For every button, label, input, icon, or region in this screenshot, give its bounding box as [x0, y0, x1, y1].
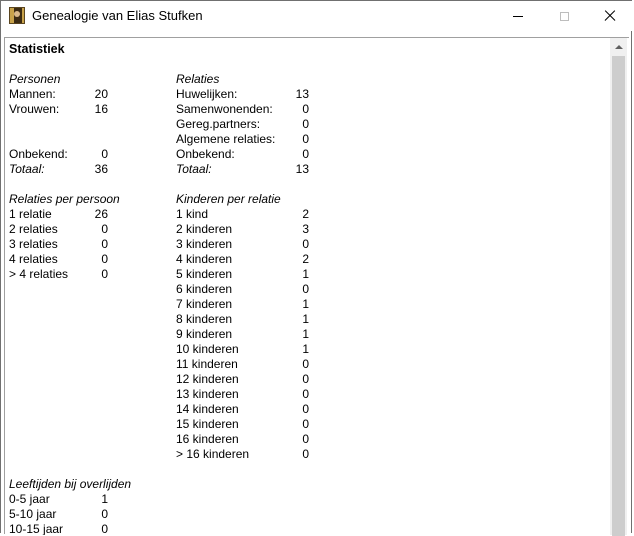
stat-total-label: Totaal:	[176, 162, 212, 176]
minimize-button[interactable]	[495, 1, 541, 31]
stat-value: 3	[302, 222, 309, 236]
stat-label: 2 relaties	[9, 222, 58, 236]
stat-value: 0	[101, 507, 108, 521]
stat-label: Onbekend:	[176, 147, 235, 161]
stat-value: 13	[295, 87, 309, 101]
stat-value: 1	[302, 267, 309, 281]
close-icon	[604, 10, 616, 22]
stat-value: 16	[94, 102, 108, 116]
stat-total-value: 36	[94, 162, 108, 176]
stat-value: 0	[101, 147, 108, 161]
stat-label: 6 kinderen	[176, 282, 233, 296]
stat-value: 0	[101, 237, 108, 251]
stat-label: 1 relatie	[9, 207, 52, 221]
stat-value: 0	[302, 372, 309, 386]
scrollbar-thumb[interactable]	[612, 56, 625, 536]
stat-value: 0	[302, 102, 309, 116]
stat-value: 2	[302, 207, 309, 221]
section-title-kinderen-per-relatie: Kinderen per relatie	[176, 192, 281, 206]
stat-label: 3 relaties	[9, 237, 58, 251]
stat-label: > 4 relaties	[9, 267, 69, 281]
stat-label: 2 kinderen	[176, 222, 233, 236]
stat-label: 4 relaties	[9, 252, 58, 266]
stat-value: 1	[302, 327, 309, 341]
stat-label: 7 kinderen	[176, 297, 233, 311]
stat-value: 0	[302, 432, 309, 446]
stat-value: 0	[302, 387, 309, 401]
chevron-up-icon	[614, 44, 623, 49]
window-title: Genealogie van Elias Stufken	[32, 8, 203, 23]
page-title: Statistiek	[9, 42, 65, 56]
vertical-scrollbar[interactable]	[610, 38, 627, 536]
stat-value: 0	[302, 402, 309, 416]
stat-value: 1	[302, 312, 309, 326]
stat-value: 0	[101, 252, 108, 266]
stat-label: > 16 kinderen	[176, 447, 250, 461]
stat-value: 0	[302, 237, 309, 251]
stat-label: 13 kinderen	[176, 387, 239, 401]
title-bar[interactable]: Genealogie van Elias Stufken	[1, 1, 633, 31]
stat-label: 0-5 jaar	[9, 492, 50, 506]
stat-total-label: Totaal:	[9, 162, 45, 176]
stat-label: 11 kinderen	[176, 357, 238, 371]
stat-label: 14 kinderen	[176, 402, 239, 416]
close-button[interactable]	[587, 1, 633, 31]
stat-label: 8 kinderen	[176, 312, 233, 326]
scroll-up-button[interactable]	[610, 38, 627, 55]
stat-label: Algemene relaties:	[176, 132, 276, 146]
stat-value: 0	[302, 447, 309, 461]
stat-value: 0	[302, 357, 309, 371]
app-portrait-icon[interactable]	[9, 7, 25, 24]
stat-label: 16 kinderen	[176, 432, 239, 446]
stat-label: 5-10 jaar	[9, 507, 57, 521]
stat-value: 0	[302, 147, 309, 161]
stat-label: 4 kinderen	[176, 252, 233, 266]
stat-label: Huwelijken:	[176, 87, 238, 101]
stat-label: 5 kinderen	[176, 267, 233, 281]
stat-value: 0	[302, 132, 309, 146]
stat-label: 3 kinderen	[176, 237, 233, 251]
stat-value: 0	[302, 417, 309, 431]
stat-total-value: 13	[295, 162, 309, 176]
app-window: Genealogie van Elias Stufken Statistiek …	[0, 0, 633, 536]
stat-label: 12 kinderen	[176, 372, 239, 386]
stat-label: Vrouwen:	[9, 102, 60, 116]
stat-value: 0	[101, 222, 108, 236]
stat-value: 1	[302, 342, 309, 356]
stat-label: Samenwonenden:	[176, 102, 273, 116]
stat-value: 26	[94, 207, 108, 221]
stat-value: 0	[302, 117, 309, 131]
minimize-icon	[513, 15, 523, 17]
stat-value: 1	[101, 492, 108, 506]
stat-label: 15 kinderen	[176, 417, 239, 431]
stat-label: 10 kinderen	[176, 342, 239, 356]
stat-value: 1	[302, 297, 309, 311]
section-title-relaties: Relaties	[176, 72, 220, 86]
maximize-icon	[559, 11, 569, 21]
stat-label: 1 kind	[176, 207, 209, 221]
stat-label: Mannen:	[9, 87, 56, 101]
stat-value: 0	[302, 282, 309, 296]
stat-value: 20	[94, 87, 108, 101]
section-title-relaties-per-persoon: Relaties per persoon	[9, 192, 120, 206]
statistics-content: Statistiek Personen Mannen: 20 Vrouwen: …	[5, 38, 609, 535]
stat-label: Onbekend:	[9, 147, 68, 161]
stat-value: 2	[302, 252, 309, 266]
section-title-personen: Personen	[9, 72, 61, 86]
statistics-panel: Statistiek Personen Mannen: 20 Vrouwen: …	[4, 37, 629, 536]
section-title-leeftijden: Leeftijden bij overlijden	[9, 477, 132, 491]
stat-label: Gereg.partners:	[176, 117, 261, 131]
stat-value: 0	[101, 522, 108, 535]
stat-value: 0	[101, 267, 108, 281]
maximize-button[interactable]	[541, 1, 587, 31]
stat-label: 9 kinderen	[176, 327, 233, 341]
stat-label: 10-15 jaar	[9, 522, 64, 535]
